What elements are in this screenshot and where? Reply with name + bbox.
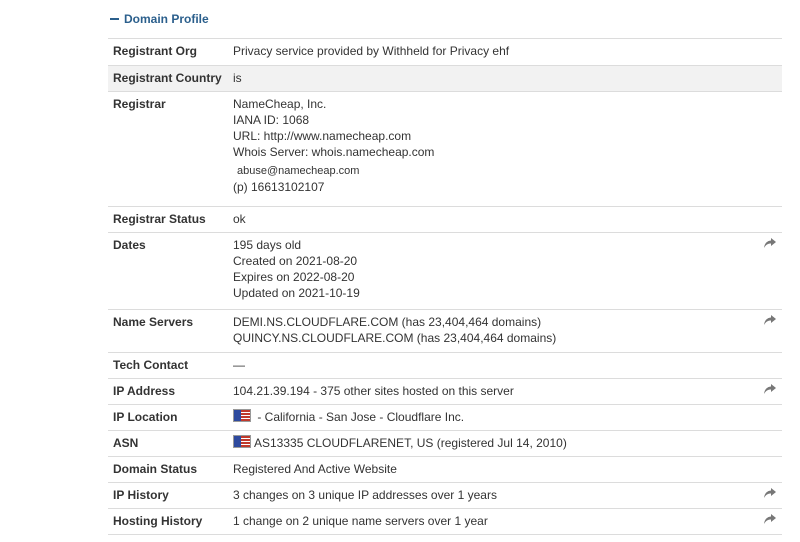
row-value: Expires on 2022-08-20: [233, 269, 355, 284]
row-value: ok: [233, 211, 246, 226]
row-label: Hosting History: [108, 508, 233, 535]
us-flag-icon: [233, 434, 251, 448]
registrar-name: NameCheap, Inc.: [233, 96, 327, 111]
row-label: ASN: [108, 430, 233, 457]
share-arrow-icon[interactable]: [763, 513, 777, 528]
row-value: 3 changes on 3 unique IP addresses over …: [233, 487, 497, 502]
registrar-whois: Whois Server: whois.namecheap.com: [233, 144, 435, 159]
name-server-2[interactable]: QUINCY.NS.CLOUDFLARE.COM (has 23,404,464…: [233, 330, 757, 346]
row-label: IP Address: [108, 378, 233, 405]
row-value: is: [233, 70, 242, 85]
row-dates: Dates 195 days old Created on 2021-08-20…: [108, 232, 782, 310]
row-ip-location: IP Location - California - San Jose - Cl…: [108, 404, 782, 431]
row-value: Registered And Active Website: [233, 461, 397, 476]
registrar-email[interactable]: abuse@namecheap.com: [233, 163, 757, 179]
row-value: 195 days old: [233, 237, 302, 252]
row-label: Dates: [108, 232, 233, 310]
registrar-url[interactable]: URL: http://www.namecheap.com: [233, 128, 757, 144]
row-value: —: [233, 357, 245, 372]
registrar-phone: (p) 16613102107: [233, 179, 325, 194]
name-server-1[interactable]: DEMI.NS.CLOUDFLARE.COM (has 23,404,464 d…: [233, 314, 757, 330]
profile-table: Registrant Org Privacy service provided …: [108, 39, 782, 535]
share-arrow-icon[interactable]: [763, 383, 777, 398]
row-domain-status: Domain Status Registered And Active Webs…: [108, 456, 782, 483]
row-label: IP Location: [108, 404, 233, 431]
row-value: AS13335 CLOUDFLARENET, US (registered Ju…: [254, 435, 567, 450]
row-ip-history: IP History 3 changes on 3 unique IP addr…: [108, 482, 782, 509]
row-value: 1 change on 2 unique name servers over 1…: [233, 513, 488, 528]
row-label: Name Servers: [108, 309, 233, 353]
row-registrar-status: Registrar Status ok: [108, 206, 782, 233]
row-name-servers: Name Servers DEMI.NS.CLOUDFLARE.COM (has…: [108, 309, 782, 353]
row-label: Domain Status: [108, 456, 233, 483]
row-value: Created on 2021-08-20: [233, 253, 358, 268]
share-arrow-icon[interactable]: [763, 314, 777, 329]
row-registrar: Registrar NameCheap, Inc. IANA ID: 1068 …: [108, 91, 782, 207]
row-registrant-org: Registrant Org Privacy service provided …: [108, 39, 782, 66]
row-label: Registrant Org: [108, 39, 233, 66]
row-registrant-country: Registrant Country is: [108, 65, 782, 92]
section-header[interactable]: Domain Profile: [108, 0, 782, 39]
row-label: Registrar Status: [108, 206, 233, 233]
row-label: Registrar: [108, 91, 233, 207]
row-value[interactable]: 104.21.39.194 - 375 other sites hosted o…: [233, 383, 757, 399]
row-asn: ASN AS13335 CLOUDFLARENET, US (registere…: [108, 430, 782, 457]
us-flag-icon: [233, 408, 251, 422]
share-arrow-icon[interactable]: [763, 487, 777, 502]
row-hosting-history: Hosting History 1 change on 2 unique nam…: [108, 508, 782, 535]
row-label: Registrant Country: [108, 65, 233, 92]
minus-icon[interactable]: [110, 18, 119, 20]
section-title: Domain Profile: [124, 12, 209, 26]
row-value: - California - San Jose - Cloudflare Inc…: [254, 409, 465, 424]
row-value: Privacy service provided by Withheld for…: [233, 44, 510, 58]
share-arrow-icon[interactable]: [763, 237, 777, 252]
row-label: Tech Contact: [108, 352, 233, 379]
domain-profile-panel: Domain Profile Registrant Org Privacy se…: [108, 0, 782, 535]
row-ip-address: IP Address 104.21.39.194 - 375 other sit…: [108, 378, 782, 405]
row-tech-contact: Tech Contact —: [108, 352, 782, 379]
row-label: IP History: [108, 482, 233, 509]
registrar-iana: IANA ID: 1068: [233, 112, 310, 127]
row-value: Updated on 2021-10-19: [233, 285, 360, 300]
